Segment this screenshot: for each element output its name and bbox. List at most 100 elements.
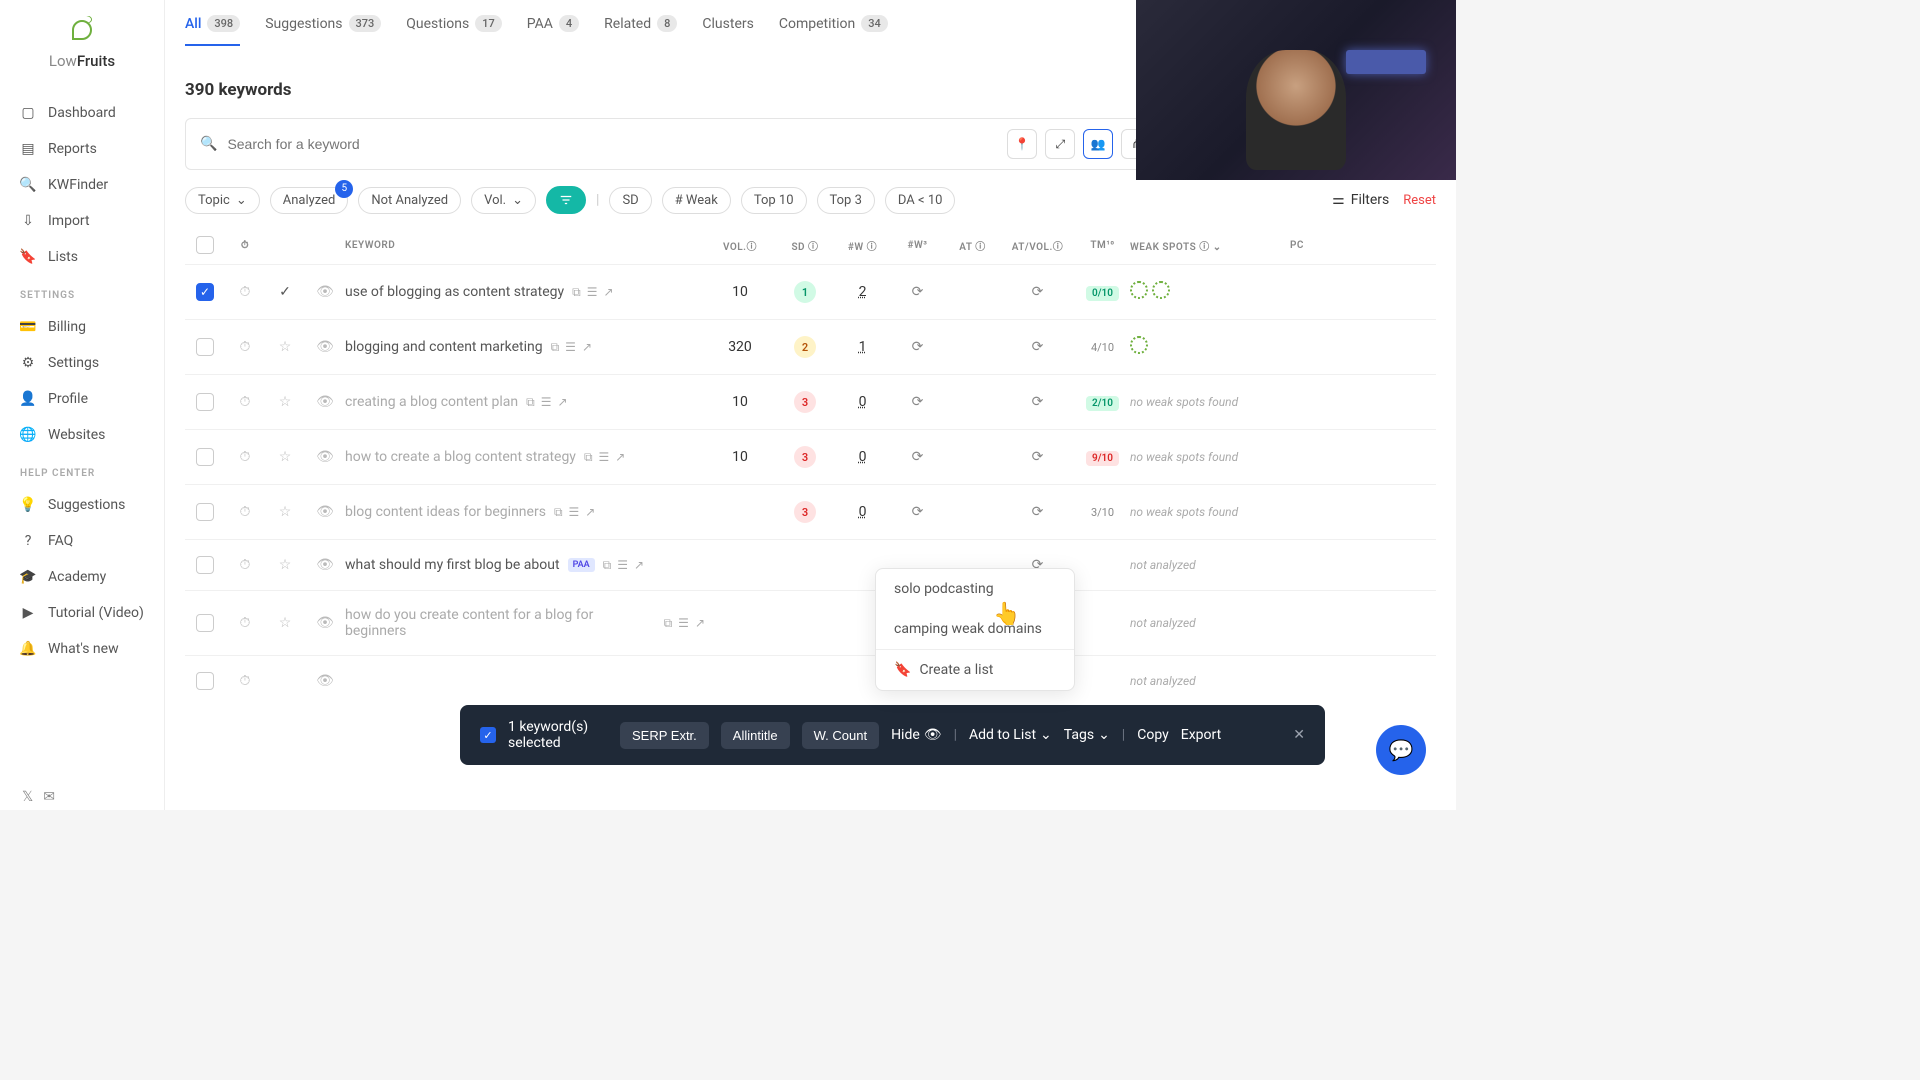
keyword-text[interactable]: blog content ideas for beginners ⧉☰↗ [345,504,705,520]
chat-widget[interactable]: 💬 [1376,725,1426,775]
copy-icon[interactable]: ⧉ [551,340,560,355]
star-icon[interactable]: ☆ [279,449,292,465]
external-icon[interactable]: ↗ [558,395,568,410]
tab-competition[interactable]: Competition34 [779,15,888,46]
external-icon[interactable]: ↗ [585,505,595,520]
external-icon[interactable]: ↗ [582,340,592,355]
nav-suggestions[interactable]: 💡Suggestions [0,487,164,523]
select-all-checkbox[interactable] [196,236,214,254]
row-checkbox[interactable] [196,503,214,521]
external-icon[interactable]: ↗ [695,616,705,631]
filter-analyzed[interactable]: Analyzed5 [270,187,349,214]
col-pc[interactable]: PC [1290,240,1304,251]
nav-academy[interactable]: 🎓Academy [0,559,164,595]
nav-billing[interactable]: 💳Billing [0,309,164,345]
star-icon[interactable]: ☆ [279,557,292,573]
clock-icon[interactable]: ⏱ [240,673,251,689]
clock-icon[interactable]: ⏱ [240,284,251,300]
nav-websites[interactable]: 🌐Websites [0,417,164,453]
reset-button[interactable]: Reset [1403,193,1436,208]
filter-da[interactable]: DA < 10 [885,187,956,214]
row-checkbox[interactable] [196,556,214,574]
refresh-icon[interactable]: ⟳ [912,284,924,300]
eye-icon[interactable]: 👁 [316,449,334,465]
collapse-button[interactable]: ⤢ [1045,129,1075,159]
nav-profile[interactable]: 👤Profile [0,381,164,417]
col-keyword[interactable]: KEYWORD [345,240,705,251]
col-tm[interactable]: TM¹⁰ [1090,240,1114,251]
refresh-icon[interactable]: ⟳ [1032,284,1044,300]
col-ws[interactable]: WEAK SPOTS [1130,242,1196,253]
eye-icon[interactable]: 👁 [316,284,334,300]
list-icon[interactable]: ☰ [565,340,576,355]
eye-icon[interactable]: 👁 [316,504,334,520]
star-icon[interactable]: ☆ [279,504,292,520]
serp-extract-button[interactable]: SERP Extr. [620,722,709,749]
eye-icon[interactable]: 👁 [316,673,334,689]
filter-active-icon[interactable] [546,186,586,214]
external-icon[interactable]: ↗ [603,285,613,300]
people-button[interactable]: 👥 [1083,129,1113,159]
eye-icon[interactable]: 👁 [316,615,334,631]
copy-icon[interactable]: ⧉ [584,450,593,465]
tab-suggestions[interactable]: Suggestions373 [265,15,381,46]
nav-settings[interactable]: ⚙Settings [0,345,164,381]
keyword-text[interactable]: what should my first blog be about PAA ⧉… [345,557,705,573]
add-to-list-button[interactable]: Add to List⌄ [969,727,1052,743]
search-input[interactable] [227,136,997,152]
row-checkbox[interactable] [196,614,214,632]
col-sd[interactable]: SD [791,242,805,253]
col-w[interactable]: #W [848,242,864,253]
refresh-icon[interactable]: ⟳ [912,339,924,355]
col-at[interactable]: AT [959,242,972,253]
w-value[interactable]: 1 [859,339,867,355]
clock-icon[interactable]: ⏱ [240,615,251,631]
row-checkbox[interactable]: ✓ [196,283,214,301]
clock-icon[interactable]: ⏱ [240,504,251,520]
nav-lists[interactable]: 🔖Lists [0,239,164,275]
list-icon[interactable]: ☰ [678,616,689,631]
refresh-icon[interactable]: ⟳ [1032,394,1044,410]
star-icon[interactable]: ☆ [279,615,292,631]
list-option-solo[interactable]: solo podcasting [876,569,1074,609]
filter-sd[interactable]: SD [609,187,651,214]
keyword-text[interactable]: creating a blog content plan ⧉☰↗ [345,394,705,410]
col-atvol[interactable]: AT/VOL. [1012,242,1053,253]
row-checkbox[interactable] [196,338,214,356]
wcount-button[interactable]: W. Count [802,722,879,749]
col-w3[interactable]: #W³ [908,240,928,251]
copy-icon[interactable]: ⧉ [554,505,563,520]
list-icon[interactable]: ☰ [587,285,598,300]
filter-topic[interactable]: Topic⌄ [185,187,260,214]
list-icon[interactable]: ☰ [617,558,628,573]
star-icon[interactable]: ☆ [279,339,292,355]
tab-questions[interactable]: Questions17 [406,15,501,46]
create-list-button[interactable]: 🔖Create a list [876,649,1074,690]
filter-not-analyzed[interactable]: Not Analyzed [358,187,461,214]
eye-icon[interactable]: 👁 [316,339,334,355]
clock-icon[interactable]: ⏱ [240,557,251,573]
copy-button[interactable]: Copy [1137,727,1169,743]
nav-reports[interactable]: ▤Reports [0,131,164,167]
allintitle-button[interactable]: Allintitle [721,722,790,749]
nav-tutorial[interactable]: ▶Tutorial (Video) [0,595,164,631]
copy-icon[interactable]: ⧉ [526,395,535,410]
filter-vol[interactable]: Vol.⌄ [471,187,536,214]
row-checkbox[interactable] [196,448,214,466]
clock-icon[interactable]: ⏱ [240,339,251,355]
refresh-icon[interactable]: ⟳ [1032,449,1044,465]
nav-kwfinder[interactable]: 🔍KWFinder [0,167,164,203]
refresh-icon[interactable]: ⟳ [1032,504,1044,520]
keyword-text[interactable]: how to create a blog content strategy ⧉☰… [345,449,705,465]
filter-top3[interactable]: Top 3 [817,187,875,214]
filters-button[interactable]: ⚌Filters [1332,192,1389,208]
row-checkbox[interactable] [196,393,214,411]
w-value[interactable]: 0 [859,504,867,520]
w-value[interactable]: 2 [859,284,867,300]
filter-top10[interactable]: Top 10 [741,187,807,214]
tab-all[interactable]: All398 [185,15,240,46]
clock-icon[interactable]: ⏱ [240,394,251,410]
keyword-text[interactable]: how do you create content for a blog for… [345,607,705,639]
list-icon[interactable]: ☰ [541,395,552,410]
selection-checkbox[interactable]: ✓ [480,727,496,743]
